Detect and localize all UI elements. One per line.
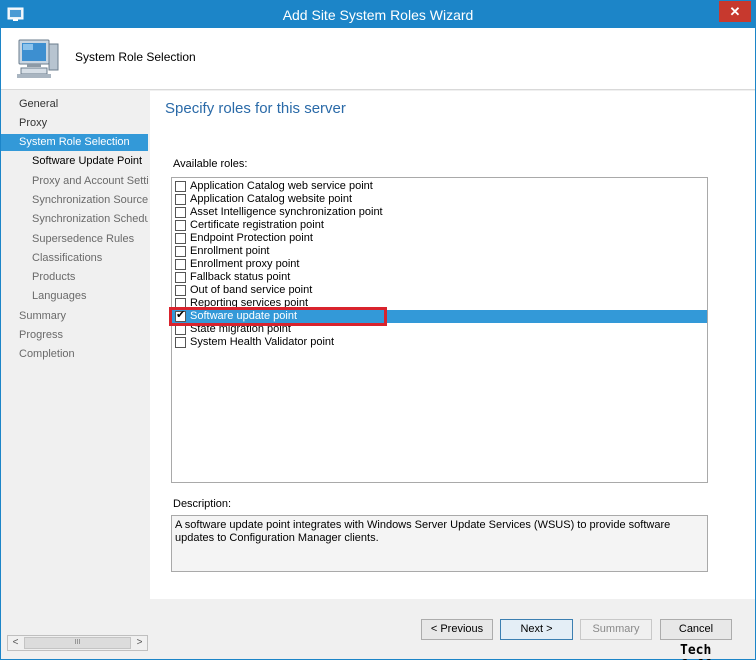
role-checkbox[interactable] — [175, 246, 186, 257]
window-title: Add Site System Roles Wizard — [282, 7, 474, 23]
computer-icon — [17, 39, 59, 78]
role-label: Software update point — [190, 310, 298, 322]
nav-item-system-role-selection[interactable]: System Role Selection — [1, 134, 148, 151]
cancel-button[interactable]: Cancel — [660, 619, 732, 640]
role-row[interactable]: Endpoint Protection point — [172, 232, 707, 245]
role-row[interactable]: State migration point — [172, 323, 707, 336]
nav-item-languages[interactable]: Languages — [1, 288, 148, 305]
role-label: Application Catalog web service point — [190, 180, 373, 192]
role-checkbox[interactable] — [175, 337, 186, 348]
role-label: Fallback status point — [190, 271, 291, 283]
role-row-software-update-point[interactable]: Software update point — [172, 309, 707, 323]
nav-item-proxy[interactable]: Proxy — [1, 115, 148, 132]
role-row[interactable]: Enrollment point — [172, 245, 707, 258]
nav-item-summary[interactable]: Summary — [1, 308, 148, 325]
role-checkbox[interactable] — [175, 220, 186, 231]
role-checkbox[interactable] — [175, 272, 186, 283]
description-box: A software update point integrates with … — [171, 515, 708, 572]
nav-item-synchronization-schedule[interactable]: Synchronization Schedule — [1, 211, 148, 228]
role-label: System Health Validator point — [190, 336, 335, 348]
wizard-nav: General Proxy System Role Selection Soft… — [1, 91, 149, 651]
role-label: Reporting services point — [190, 297, 309, 309]
role-checkbox[interactable] — [175, 207, 186, 218]
nav-item-software-update-point[interactable]: Software Update Point — [1, 153, 148, 170]
nav-item-proxy-account-settings[interactable]: Proxy and Account Settings — [1, 173, 148, 190]
role-row[interactable]: Certificate registration point — [172, 219, 707, 232]
nav-horizontal-scrollbar[interactable]: < III > — [7, 635, 148, 651]
nav-item-classifications[interactable]: Classifications — [1, 250, 148, 267]
role-checkbox[interactable] — [175, 181, 186, 192]
role-label: State migration point — [190, 323, 291, 335]
role-row[interactable]: Application Catalog website point — [172, 193, 707, 206]
roles-list[interactable]: Application Catalog web service point Ap… — [169, 177, 708, 483]
role-checkbox[interactable] — [175, 233, 186, 244]
scroll-thumb[interactable]: III — [24, 637, 131, 649]
watermark-text: Tech Coffee — [680, 643, 727, 660]
nav-item-completion[interactable]: Completion — [1, 346, 148, 363]
role-checkbox[interactable] — [175, 194, 186, 205]
role-label: Certificate registration point — [190, 219, 324, 231]
title-bar[interactable]: Add Site System Roles Wizard ✕ — [1, 1, 755, 28]
scroll-right-icon[interactable]: > — [132, 636, 147, 650]
close-icon[interactable]: ✕ — [719, 1, 751, 22]
nav-item-synchronization-source[interactable]: Synchronization Source — [1, 192, 148, 209]
role-label: Endpoint Protection point — [190, 232, 313, 244]
role-row[interactable]: Enrollment proxy point — [172, 258, 707, 271]
nav-item-progress[interactable]: Progress — [1, 327, 148, 344]
role-checkbox-checked[interactable] — [175, 309, 186, 322]
summary-button[interactable]: Summary — [580, 619, 652, 640]
nav-item-products[interactable]: Products — [1, 269, 148, 286]
role-label: Enrollment point — [190, 245, 270, 257]
previous-button[interactable]: < Previous — [421, 619, 493, 640]
wizard-header: System Role Selection — [1, 28, 755, 90]
role-checkbox[interactable] — [175, 324, 186, 335]
description-label: Description: — [173, 498, 232, 510]
role-checkbox[interactable] — [175, 259, 186, 270]
role-label: Enrollment proxy point — [190, 258, 300, 270]
role-row[interactable]: Asset Intelligence synchronization point — [172, 206, 707, 219]
role-row[interactable]: System Health Validator point — [172, 336, 707, 349]
role-label: Out of band service point — [190, 284, 313, 296]
role-checkbox[interactable] — [175, 285, 186, 296]
role-row[interactable]: Fallback status point — [172, 271, 707, 284]
role-row[interactable]: Application Catalog web service point — [172, 180, 707, 193]
scroll-left-icon[interactable]: < — [8, 636, 23, 650]
page-title: Specify roles for this server — [165, 100, 346, 117]
wizard-window: Add Site System Roles Wizard ✕ System Ro… — [0, 0, 756, 660]
role-row[interactable]: Reporting services point — [172, 297, 707, 310]
available-roles-label: Available roles: — [173, 158, 248, 170]
next-button[interactable]: Next > — [500, 619, 573, 640]
role-checkbox[interactable] — [175, 298, 186, 309]
nav-item-general[interactable]: General — [1, 96, 148, 113]
role-row[interactable]: Out of band service point — [172, 284, 707, 297]
role-label: Asset Intelligence synchronization point — [190, 206, 383, 218]
main-panel: Specify roles for this server Available … — [150, 91, 755, 599]
nav-item-supersedence-rules[interactable]: Supersedence Rules — [1, 231, 148, 248]
header-title: System Role Selection — [75, 50, 196, 64]
role-label: Application Catalog website point — [190, 193, 353, 205]
